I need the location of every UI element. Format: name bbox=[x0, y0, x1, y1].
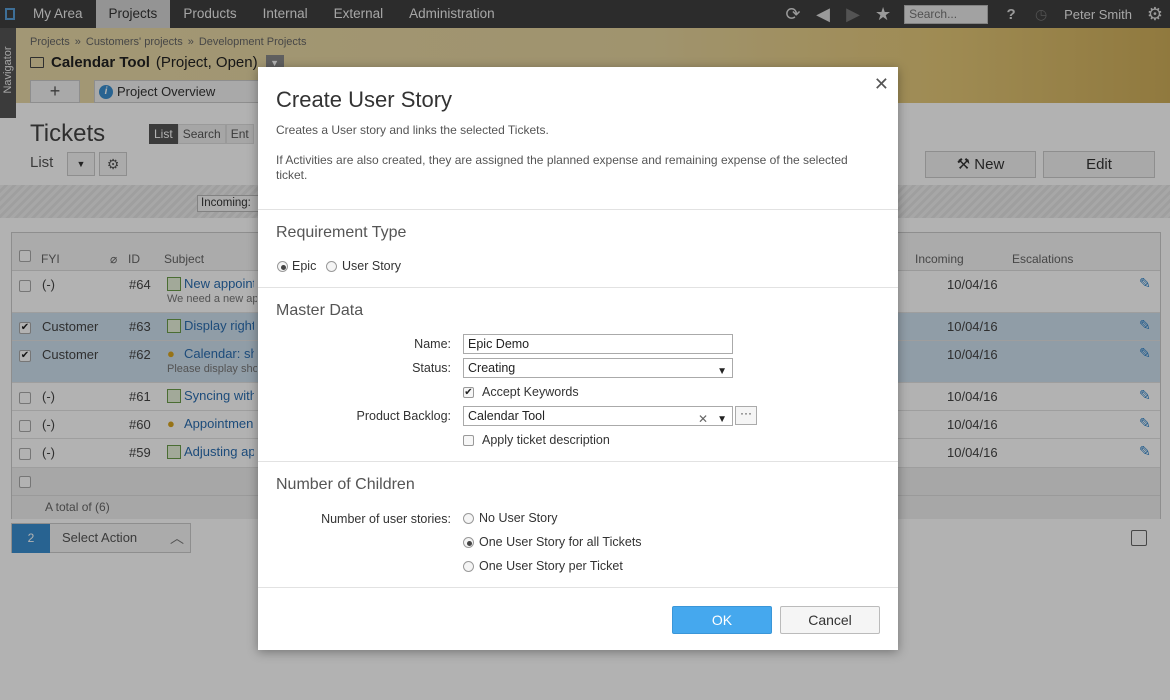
create-user-story-dialog: ✕ Create User Story Creates a User story… bbox=[258, 67, 898, 650]
radio-one-per-ticket-label[interactable]: One User Story per Ticket bbox=[479, 559, 623, 573]
num-stories-label: Number of user stories: bbox=[321, 512, 451, 526]
section-master-data: Master Data bbox=[276, 302, 364, 319]
product-backlog-label: Product Backlog: bbox=[356, 409, 452, 423]
dialog-description-activities: If Activities are also created, they are… bbox=[276, 153, 848, 182]
accept-keywords-checkbox[interactable]: ✔ bbox=[463, 387, 474, 398]
close-icon[interactable]: ✕ bbox=[874, 74, 889, 95]
section-number-of-children: Number of Children bbox=[276, 476, 415, 493]
name-input[interactable] bbox=[463, 334, 733, 354]
radio-user-story[interactable] bbox=[326, 261, 337, 272]
accept-keywords-label[interactable]: Accept Keywords bbox=[482, 385, 579, 399]
divider bbox=[258, 461, 898, 462]
name-label: Name: bbox=[414, 337, 451, 351]
status-label: Status: bbox=[412, 361, 451, 375]
section-requirement-type: Requirement Type bbox=[276, 224, 407, 241]
radio-epic-label[interactable]: Epic bbox=[292, 259, 316, 273]
radio-epic[interactable] bbox=[277, 261, 288, 272]
radio-one-for-all-label[interactable]: One User Story for all Tickets bbox=[479, 535, 642, 549]
radio-one-for-all[interactable] bbox=[463, 537, 474, 548]
dialog-title: Create User Story bbox=[276, 87, 453, 112]
status-select[interactable]: Creating ▼ bbox=[463, 358, 733, 378]
radio-no-user-story[interactable] bbox=[463, 513, 474, 524]
apply-description-label[interactable]: Apply ticket description bbox=[482, 433, 610, 447]
radio-user-story-label[interactable]: User Story bbox=[342, 259, 401, 273]
divider bbox=[258, 209, 898, 210]
divider bbox=[258, 587, 898, 588]
product-backlog-select[interactable]: Calendar Tool ✕ ▼ bbox=[463, 406, 733, 426]
cancel-button[interactable]: Cancel bbox=[780, 606, 880, 634]
caret-down-icon: ▼ bbox=[717, 414, 727, 425]
ok-button[interactable]: OK bbox=[672, 606, 772, 634]
product-backlog-browse-button[interactable]: ··· bbox=[735, 406, 757, 425]
clear-icon: ✕ bbox=[697, 412, 708, 426]
caret-down-icon: ▼ bbox=[717, 366, 727, 377]
divider bbox=[258, 287, 898, 288]
apply-description-checkbox[interactable] bbox=[463, 435, 474, 446]
dialog-description: Creates a User story and links the selec… bbox=[276, 123, 549, 137]
radio-no-user-story-label[interactable]: No User Story bbox=[479, 511, 558, 525]
radio-one-per-ticket[interactable] bbox=[463, 561, 474, 572]
